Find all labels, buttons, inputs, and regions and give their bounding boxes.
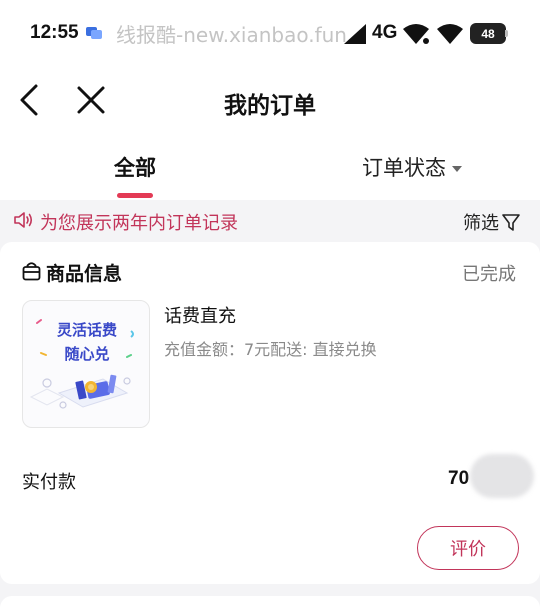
message-app-icon xyxy=(86,27,102,39)
notice-text: 为您展示两年内订单记录 xyxy=(40,213,238,234)
speaker-icon xyxy=(14,212,33,228)
order-tabs: 全部 订单状态 xyxy=(0,136,540,200)
redacted-amount-mask xyxy=(470,454,534,498)
signal-icon xyxy=(403,24,429,44)
tab-all[interactable]: 全部 xyxy=(96,152,174,182)
paid-amount-label: 实付款 xyxy=(22,472,76,493)
battery-icon: 48 xyxy=(470,23,506,44)
status-time: 12:55 xyxy=(30,22,79,43)
wifi-icon xyxy=(437,24,463,44)
product-name[interactable]: 话费直充 xyxy=(164,302,236,328)
status-bar: 12:55 线报酷-new.xianbao.fun 4G 48 xyxy=(0,0,540,66)
review-button[interactable]: 评价 xyxy=(417,526,519,570)
product-section-title: 商品信息 xyxy=(46,263,123,285)
paid-amount-value: 70 xyxy=(448,468,470,489)
shopping-bag-icon xyxy=(22,262,41,281)
thumbnail-caption-1: 灵活话费 xyxy=(56,321,117,339)
page-title: 我的订单 xyxy=(224,93,316,119)
next-order-card[interactable] xyxy=(0,596,540,611)
cell-signal-icon xyxy=(344,24,366,44)
thumbnail-caption-2: 随心兑 xyxy=(64,345,110,363)
review-button-label: 评价 xyxy=(450,539,486,560)
product-thumbnail[interactable]: 灵活话费 随心兑 xyxy=(22,300,150,428)
filter-label: 筛选 xyxy=(463,213,499,234)
tab-order-status-label: 订单状态 xyxy=(362,156,446,180)
order-status-badge: 已完成 xyxy=(462,264,516,285)
active-tab-indicator xyxy=(117,193,153,198)
product-detail: 充值金额：7元配送: 直接兑换 xyxy=(164,340,377,359)
notice-bar: 为您展示两年内订单记录 筛选 xyxy=(0,200,540,240)
tab-order-status[interactable]: 订单状态 xyxy=(362,152,462,182)
battery-level: 48 xyxy=(481,26,495,41)
funnel-icon xyxy=(502,214,520,231)
watermark-text: 线报酷-new.xianbao.fun xyxy=(116,23,347,47)
filter-button[interactable]: 筛选 xyxy=(463,209,521,235)
network-type: 4G xyxy=(372,22,398,43)
order-card[interactable]: 商品信息 已完成 灵活话费 随心兑 话费直充 充值金额：7元配送: 直接兑换 实… xyxy=(0,242,540,584)
nav-bar: 我的订单 xyxy=(0,66,540,136)
caret-down-icon xyxy=(452,165,462,172)
battery-tip xyxy=(505,30,508,37)
